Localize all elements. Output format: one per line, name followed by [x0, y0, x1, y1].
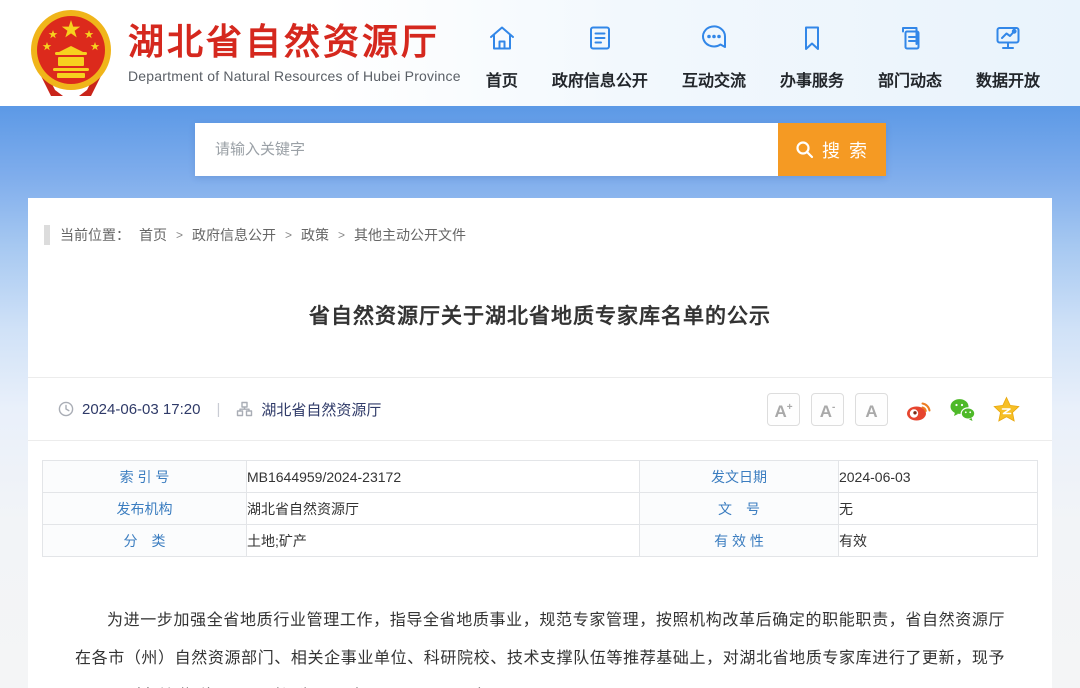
- search-input[interactable]: [195, 123, 778, 176]
- nav-item-services[interactable]: 办事服务: [780, 23, 844, 91]
- services-icon: [797, 23, 827, 58]
- table-row: 发布机构 湖北省自然资源厅 文 号 无: [43, 493, 1038, 525]
- breadcrumb-separator: >: [176, 228, 183, 242]
- meta-value-index-number: MB1644959/2024-23172: [246, 461, 639, 493]
- article-meta-row: 2024-06-03 17:20 | 湖北省自然资源厅 A+ A- A: [28, 378, 1052, 440]
- meta-value-category: 土地;矿产: [246, 525, 639, 557]
- meta-label-doc-number: 文 号: [639, 493, 838, 525]
- font-decrease-button[interactable]: A-: [811, 393, 844, 426]
- search-button-label: 搜 索: [822, 137, 869, 163]
- article-source[interactable]: 湖北省自然资源厅: [261, 399, 381, 420]
- breadcrumb-separator: >: [285, 228, 292, 242]
- site-name-english: Department of Natural Resources of Hubei…: [128, 68, 461, 84]
- qzone-icon[interactable]: [993, 396, 1020, 423]
- site-name: 湖北省自然资源厅: [128, 22, 461, 62]
- meta-value-issuing-agency: 湖北省自然资源厅: [246, 493, 639, 525]
- breadcrumb-item-home[interactable]: 首页: [139, 225, 167, 245]
- search-icon: [795, 140, 814, 159]
- search-bar: 搜 索: [195, 123, 886, 176]
- meta-divider: |: [216, 401, 220, 418]
- meta-label-index-number: 索 引 号: [43, 461, 247, 493]
- meta-label-issue-date: 发文日期: [639, 461, 838, 493]
- wechat-icon[interactable]: [949, 396, 976, 423]
- main-nav: 首页 政府信息公开 互动交流: [486, 15, 1080, 91]
- page-background: 搜 索 当前位置： 首页 > 政府信息公开 > 政策 > 其他主动公开文件 省自…: [0, 106, 1080, 688]
- breadcrumb-marker: [44, 225, 50, 245]
- home-icon: [487, 23, 517, 58]
- nav-label: 数据开放: [976, 67, 1040, 91]
- divider: [28, 440, 1052, 441]
- meta-value-doc-number: 无: [838, 493, 1037, 525]
- weibo-icon[interactable]: [905, 396, 932, 423]
- department-news-icon: [895, 23, 925, 58]
- nav-label: 互动交流: [682, 67, 746, 91]
- table-row: 索 引 号 MB1644959/2024-23172 发文日期 2024-06-…: [43, 461, 1038, 493]
- open-data-icon: [993, 23, 1023, 58]
- nav-label: 部门动态: [878, 67, 942, 91]
- nav-item-open-data[interactable]: 数据开放: [976, 23, 1040, 91]
- interaction-icon: [699, 23, 729, 58]
- breadcrumb-item-gov-info[interactable]: 政府信息公开: [192, 225, 276, 245]
- font-reset-button[interactable]: A: [855, 393, 888, 426]
- meta-value-validity: 有效: [838, 525, 1037, 557]
- nav-label: 首页: [486, 67, 518, 91]
- table-row: 分 类 土地;矿产 有 效 性 有效: [43, 525, 1038, 557]
- source-icon: [236, 401, 261, 417]
- article-meta-left: 2024-06-03 17:20 | 湖北省自然资源厅: [58, 399, 381, 420]
- nav-label: 办事服务: [780, 67, 844, 91]
- breadcrumb-prefix: 当前位置：: [60, 225, 130, 245]
- site-header: 湖北省自然资源厅 Department of Natural Resources…: [0, 0, 1080, 106]
- article-paragraph: 为进一步加强全省地质行业管理工作，指导全省地质事业，规范专家管理，按照机构改革后…: [75, 602, 1005, 688]
- nav-item-interaction[interactable]: 互动交流: [682, 23, 746, 91]
- nav-item-gov-info[interactable]: 政府信息公开: [552, 23, 648, 91]
- clock-icon: [58, 401, 82, 417]
- document-meta-table: 索 引 号 MB1644959/2024-23172 发文日期 2024-06-…: [42, 460, 1038, 557]
- page: 湖北省自然资源厅 Department of Natural Resources…: [0, 0, 1080, 688]
- breadcrumb: 当前位置： 首页 > 政府信息公开 > 政策 > 其他主动公开文件: [28, 198, 1052, 245]
- meta-value-issue-date: 2024-06-03: [838, 461, 1037, 493]
- search-button[interactable]: 搜 索: [778, 123, 886, 176]
- national-emblem-logo: [28, 8, 114, 100]
- article-title: 省自然资源厅关于湖北省地质专家库名单的公示: [28, 300, 1052, 330]
- font-increase-button[interactable]: A+: [767, 393, 800, 426]
- site-title-block: 湖北省自然资源厅 Department of Natural Resources…: [128, 22, 461, 85]
- meta-label-category: 分 类: [43, 525, 247, 557]
- nav-label: 政府信息公开: [552, 67, 648, 91]
- breadcrumb-separator: >: [338, 228, 345, 242]
- nav-item-department-news[interactable]: 部门动态: [878, 23, 942, 91]
- content-card: 当前位置： 首页 > 政府信息公开 > 政策 > 其他主动公开文件 省自然资源厅…: [28, 198, 1052, 688]
- breadcrumb-item-other-open-docs[interactable]: 其他主动公开文件: [354, 225, 466, 245]
- info-disclosure-icon: [585, 23, 615, 58]
- meta-label-issuing-agency: 发布机构: [43, 493, 247, 525]
- meta-label-validity: 有 效 性: [639, 525, 838, 557]
- nav-item-home[interactable]: 首页: [486, 23, 518, 91]
- article-meta-tools: A+ A- A: [767, 393, 1020, 426]
- publish-time: 2024-06-03 17:20: [82, 401, 200, 418]
- breadcrumb-item-policy[interactable]: 政策: [301, 225, 329, 245]
